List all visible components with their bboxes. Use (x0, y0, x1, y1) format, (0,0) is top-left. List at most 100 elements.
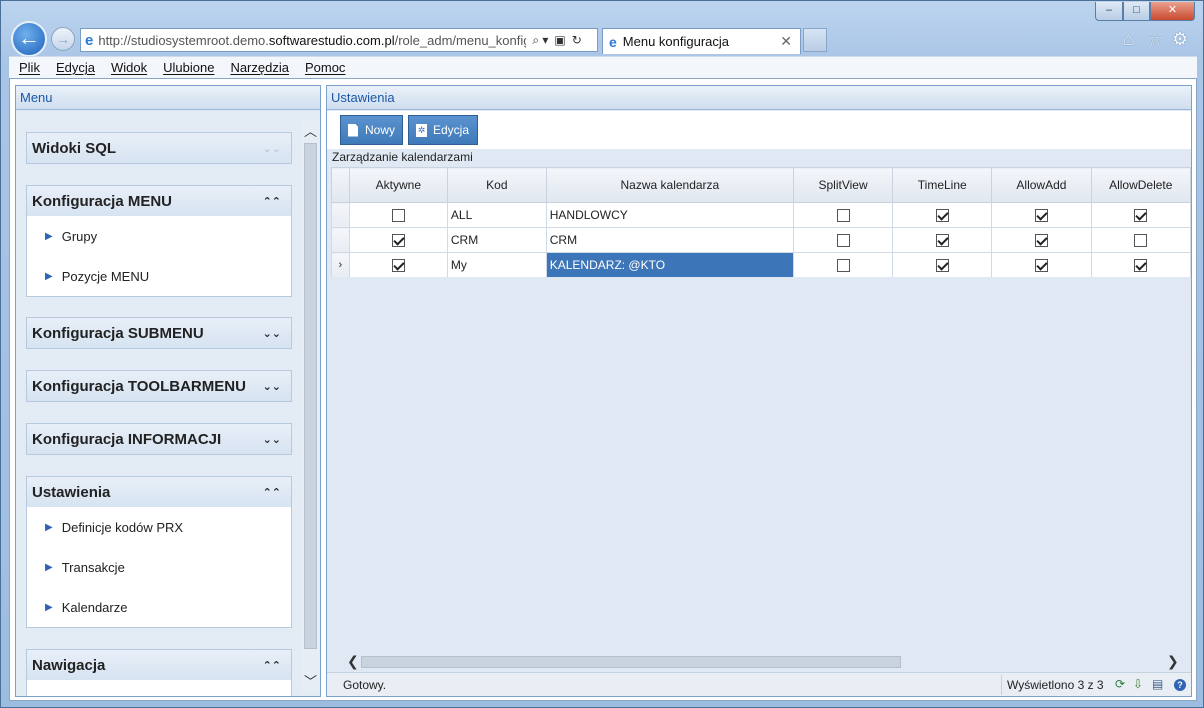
menu-edycja[interactable]: Edycja (56, 60, 95, 75)
menu-plik[interactable]: Plik (19, 60, 40, 75)
menu-item-definicje-kodow-prx[interactable]: ▶ Definicje kodów PRX (27, 507, 291, 547)
cell-nazwa[interactable]: KALENDARZ: @KTO (545, 252, 794, 277)
menu-item-pozycje-menu[interactable]: ▶ Pozycje MENU (27, 256, 291, 296)
checkbox[interactable] (1134, 234, 1148, 248)
col-header-splitview[interactable]: SplitView (792, 167, 894, 203)
collapse-chevron-icon[interactable]: ⌃⌃ (263, 195, 281, 208)
menu-item-transakcje[interactable]: ▶ Transakcje (27, 547, 291, 587)
edit-button[interactable]: ✲ Edycja (408, 115, 478, 145)
checkbox[interactable] (836, 234, 850, 248)
tab-menu-konfiguracja[interactable]: e Menu konfiguracja ✕ (602, 28, 801, 54)
section-header[interactable]: Konfiguracja SUBMENU ⌄⌄ (27, 318, 291, 348)
home-icon[interactable]: ⌂ (1123, 29, 1134, 50)
checkbox[interactable] (1134, 259, 1148, 273)
refresh-icon[interactable]: ⟳ (1115, 677, 1125, 691)
menu-scrollbar[interactable]: ︿ ﹀ (302, 121, 319, 693)
cell-splitview[interactable] (792, 202, 894, 228)
checkbox[interactable] (1034, 209, 1048, 223)
cell-splitview[interactable] (792, 252, 894, 277)
maximize-button[interactable]: □ (1123, 2, 1150, 21)
checkbox[interactable] (935, 209, 949, 223)
cell-allowdelete[interactable] (1090, 227, 1191, 253)
checkbox[interactable] (935, 234, 949, 248)
cell-timeline[interactable] (892, 252, 993, 277)
cell-timeline[interactable] (892, 202, 993, 228)
section-header[interactable]: Ustawienia ⌃⌃ (27, 477, 291, 507)
address-bar[interactable]: e http://studiosystemroot.demo.softwares… (80, 28, 598, 52)
new-tab-button[interactable] (803, 28, 827, 52)
cell-allowadd[interactable] (991, 227, 1092, 253)
checkbox[interactable] (1034, 259, 1048, 273)
col-header-allowadd[interactable]: AllowAdd (991, 167, 1092, 203)
cell-aktywne[interactable] (348, 202, 448, 228)
checkbox[interactable] (836, 209, 850, 223)
scroll-thumb[interactable] (304, 143, 317, 649)
cell-aktywne[interactable] (348, 227, 448, 253)
horizontal-scrollbar[interactable]: ❮ ❯ (347, 653, 1187, 670)
checkbox[interactable] (1134, 209, 1148, 223)
col-header-aktywne[interactable]: Aktywne (348, 167, 448, 203)
collapse-chevron-icon[interactable]: ⌃⌃ (263, 659, 281, 672)
menu-widok[interactable]: Widok (111, 60, 147, 75)
col-header-nazwa[interactable]: Nazwa kalendarza (545, 167, 794, 203)
collapse-chevron-icon[interactable]: ⌃⌃ (263, 486, 281, 499)
expand-chevron-icon[interactable]: ⌄⌄ (263, 380, 281, 393)
cell-timeline[interactable] (892, 227, 993, 253)
row-selector[interactable] (331, 202, 350, 228)
minimize-button[interactable]: – (1095, 2, 1123, 21)
new-button[interactable]: Nowy (340, 115, 403, 145)
col-header-allowdelete[interactable]: AllowDelete (1090, 167, 1191, 203)
scroll-down-icon[interactable]: ﹀ (302, 671, 319, 689)
section-header[interactable]: Konfiguracja TOOLBARMENU ⌄⌄ (27, 371, 291, 401)
scroll-left-icon[interactable]: ❮ (347, 653, 359, 670)
cell-kod[interactable]: My (446, 252, 547, 277)
cell-allowdelete[interactable] (1090, 252, 1191, 277)
cell-allowadd[interactable] (991, 202, 1092, 228)
address-text[interactable]: http://studiosystemroot.demo.softwarestu… (98, 33, 526, 48)
refresh-icon[interactable]: ↻ (572, 33, 582, 47)
row-selector[interactable] (331, 227, 350, 253)
expand-chevron-icon[interactable]: ⌄⌄ (263, 327, 281, 340)
menu-item-grupy[interactable]: ▶ Grupy (27, 216, 291, 256)
scroll-thumb[interactable] (361, 656, 901, 668)
back-button[interactable]: ← (11, 21, 47, 57)
search-icon[interactable]: ⌕ ▾ (532, 33, 548, 48)
scroll-up-icon[interactable]: ︿ (302, 121, 319, 139)
expand-chevron-icon[interactable]: ⌄⌄ (263, 142, 281, 155)
cell-aktywne[interactable] (348, 252, 448, 277)
menu-pomoc[interactable]: Pomoc (305, 60, 345, 75)
checkbox[interactable] (391, 209, 405, 223)
export-icon[interactable]: ⇩ (1133, 677, 1143, 691)
checkbox[interactable] (935, 259, 949, 273)
table-row[interactable]: › My KALENDARZ: @KTO (331, 252, 1191, 277)
gear-icon[interactable]: ⚙ (1172, 29, 1188, 50)
cell-splitview[interactable] (792, 227, 894, 253)
checkbox[interactable] (1034, 234, 1048, 248)
row-selector[interactable]: › (331, 252, 350, 277)
forward-button[interactable]: → (51, 27, 75, 51)
cell-allowadd[interactable] (991, 252, 1092, 277)
menu-narzedzia[interactable]: Narzędzia (230, 60, 289, 75)
cell-kod[interactable]: CRM (446, 227, 547, 253)
section-header[interactable]: Konfiguracja INFORMACJI ⌄⌄ (27, 424, 291, 454)
section-header[interactable]: Widoki SQL ⌄⌄ (27, 133, 291, 163)
cell-nazwa[interactable]: CRM (545, 227, 794, 253)
scroll-right-icon[interactable]: ❯ (1167, 653, 1179, 670)
tab-close-icon[interactable]: ✕ (780, 33, 792, 50)
section-header[interactable]: Nawigacja ⌃⌃ (27, 650, 291, 680)
table-row[interactable]: CRM CRM (331, 227, 1191, 253)
section-header[interactable]: Konfiguracja MENU ⌃⌃ (27, 186, 291, 216)
save-icon[interactable]: ▤ (1152, 677, 1163, 691)
favorites-star-icon[interactable]: ☆ (1147, 29, 1163, 50)
cell-kod[interactable]: ALL (446, 202, 547, 228)
expand-chevron-icon[interactable]: ⌄⌄ (263, 433, 281, 446)
checkbox[interactable] (836, 259, 850, 273)
checkbox[interactable] (391, 259, 405, 273)
col-header-kod[interactable]: Kod (446, 167, 547, 203)
checkbox[interactable] (391, 234, 405, 248)
cell-allowdelete[interactable] (1090, 202, 1191, 228)
cell-nazwa[interactable]: HANDLOWCY (545, 202, 794, 228)
help-icon[interactable]: ? (1174, 679, 1186, 691)
col-header-timeline[interactable]: TimeLine (892, 167, 993, 203)
close-window-button[interactable]: ✕ (1150, 2, 1195, 21)
